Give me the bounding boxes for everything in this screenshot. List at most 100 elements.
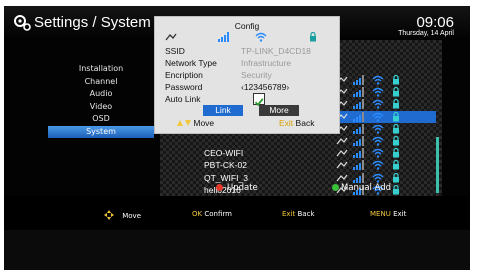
menu-item-channel[interactable]: Channel (48, 76, 154, 88)
signal-bars-icon (353, 99, 364, 110)
dialog-title: Config (234, 21, 260, 31)
dialog-back-label: Back (295, 118, 315, 128)
footer-back-label: Back (297, 210, 315, 218)
more-button[interactable]: More (259, 105, 299, 116)
network-status-icons (336, 99, 416, 110)
signal-bars-icon (218, 32, 229, 42)
link-icon (336, 162, 348, 169)
wifi-icon (372, 148, 384, 158)
wifi-icon (372, 124, 384, 134)
password-input[interactable]: ‹123456789› (241, 82, 289, 92)
link-icon (336, 149, 348, 157)
dialog-footer-move: Move (177, 118, 214, 128)
green-button-icon (332, 184, 339, 191)
link-icon (165, 33, 177, 41)
ssid-value: TP-LINK_D4CD18 (241, 46, 311, 56)
footer-move: Move (104, 210, 141, 220)
lock-icon (393, 136, 399, 146)
network-type-label: Network Type (165, 58, 217, 68)
up-down-arrows-icon (177, 120, 191, 126)
exit-key-label: Exit (282, 210, 296, 218)
signal-bars-icon (353, 172, 364, 183)
network-name: QT_WIFI_3 (204, 172, 248, 183)
footer-confirm-label: Confirm (204, 210, 232, 218)
lock-icon (393, 148, 399, 158)
signal-bars-icon (353, 136, 364, 146)
link-icon (336, 174, 348, 181)
menu-item-video[interactable]: Video (48, 101, 154, 113)
lock-icon (393, 111, 399, 122)
ssid-label: SSID (165, 46, 185, 56)
footer-hints: Move OK Confirm Exit Back MENU Exit (4, 202, 470, 222)
clock-time: 09:06 (416, 14, 454, 31)
dialog-footer-back: Exit Back (279, 118, 314, 128)
signal-bars-icon (353, 148, 364, 159)
network-row[interactable]: QT_WIFI_3 (160, 172, 436, 184)
network-status-icons (336, 111, 416, 122)
encryption-value: Security (241, 70, 272, 80)
lock-icon (393, 172, 399, 183)
scrollbar[interactable] (436, 137, 439, 193)
dpad-icon (104, 210, 114, 220)
signal-bars-icon (353, 75, 364, 85)
network-row[interactable]: PBT-CK-02 (160, 159, 436, 171)
lock-icon (310, 32, 316, 42)
menu-item-system[interactable]: System (48, 125, 154, 139)
footer-exit: MENU Exit (370, 210, 406, 218)
settings-menu: Installation Channel Audio Video OSD Sys… (48, 63, 154, 139)
lock-icon (393, 75, 399, 85)
lock-icon (393, 99, 399, 109)
link-icon (336, 137, 348, 145)
wifi-icon (372, 75, 384, 85)
signal-bars-icon (353, 160, 364, 171)
network-row[interactable] (160, 135, 436, 147)
auto-link-checkbox[interactable] (253, 93, 265, 107)
dialog-exit-key: Exit (279, 118, 294, 128)
signal-bars-icon (353, 87, 364, 98)
menu-item-installation[interactable]: Installation (48, 63, 154, 75)
network-row[interactable]: hello2016 (160, 184, 436, 196)
clock-date: Thursday, 14 April (398, 30, 454, 37)
lock-icon (393, 87, 399, 97)
password-label: Password (165, 82, 203, 92)
manual-add-label: Manual Add (341, 183, 392, 193)
network-name: PBT-CK-02 (204, 160, 247, 171)
footer-back: Exit Back (282, 210, 315, 218)
network-type-value: Infrastructure (241, 58, 292, 68)
lock-icon (393, 160, 399, 170)
red-button-icon (216, 184, 223, 191)
lock-icon (393, 184, 399, 195)
lock-icon (393, 123, 399, 134)
menu-item-osd[interactable]: OSD (48, 113, 154, 125)
wifi-icon (372, 100, 384, 110)
menu-item-audio[interactable]: Audio (48, 88, 154, 100)
tv-screen: Settings / System 09:06 Thursday, 14 Apr… (4, 6, 470, 230)
network-status-icons (336, 148, 416, 159)
network-status-icons (336, 136, 416, 146)
wifi-icon (372, 161, 384, 171)
update-label: Update (227, 183, 258, 193)
network-status-icons (336, 87, 416, 98)
network-row[interactable]: CEO-WIFI (160, 147, 436, 159)
config-dialog: Config SSID TP-LINK_D4CD18 Network Type … (154, 16, 340, 134)
network-status-icons (336, 160, 416, 171)
menu-key-label: MENU (370, 210, 391, 218)
manual-add-action[interactable]: Manual Add (332, 183, 391, 193)
signal-bars-icon (353, 111, 364, 122)
footer-exit-label: Exit (393, 210, 407, 218)
network-name: CEO-WIFI (204, 148, 244, 159)
wifi-icon (255, 32, 267, 42)
network-status-icons (336, 172, 416, 183)
link-button[interactable]: Link (203, 105, 243, 116)
ok-key-label: OK (192, 210, 203, 218)
wifi-icon (372, 136, 384, 146)
footer-confirm: OK Confirm (192, 210, 232, 218)
update-action[interactable]: Update (216, 183, 258, 193)
encryption-label: Encription (165, 70, 203, 80)
wifi-icon (372, 112, 384, 122)
network-status-icons (336, 75, 416, 85)
page-title: Settings / System (34, 14, 151, 31)
wifi-icon (372, 87, 384, 97)
dialog-move-label: Move (193, 118, 215, 128)
network-status-icons (336, 123, 416, 134)
